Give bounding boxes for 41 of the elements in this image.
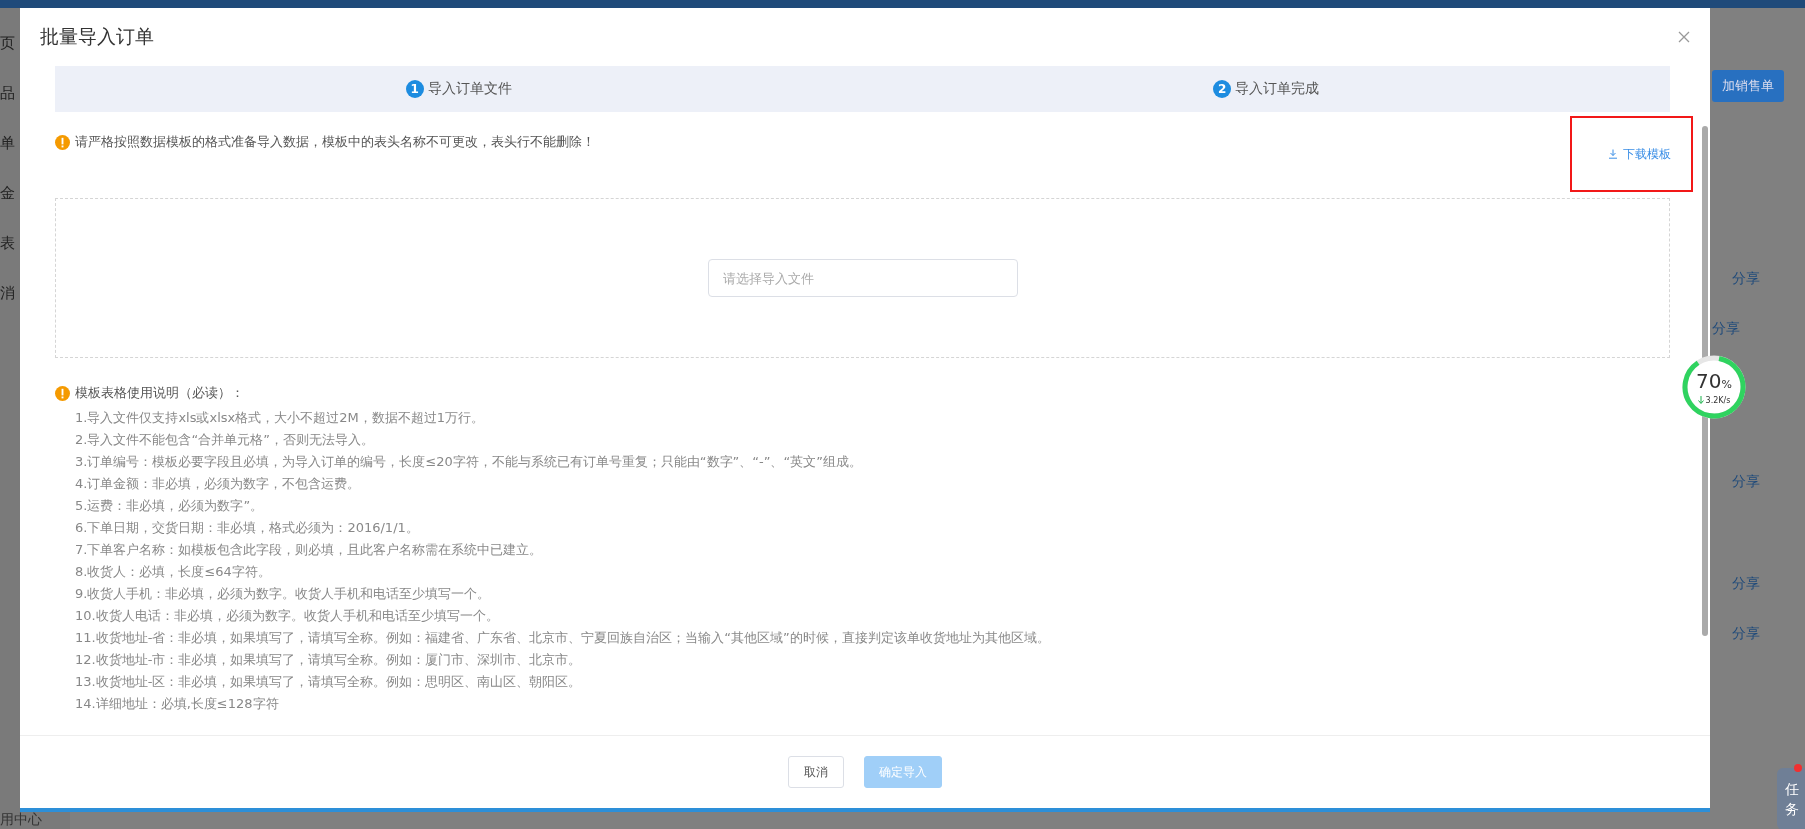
warning-text: 请严格按照数据模板的格式准备导入数据，模板中的表头名称不可更改，表头行不能删除！ bbox=[75, 133, 595, 151]
instruction-line: 7.下单客户名称：如模板包含此字段，则必填，且此客户名称需在系统中已建立。 bbox=[75, 541, 544, 559]
instruction-line: 13.收货地址-区：非必填，如果填写了，请填写全称。例如：思明区、南山区、朝阳区。 bbox=[75, 673, 583, 691]
network-speed-widget[interactable]: 70% 3.2K/s bbox=[1682, 355, 1746, 419]
dialog-title: 批量导入订单 bbox=[40, 24, 154, 49]
instruction-line: 6.下单日期，交货日期：非必填，格式必须为：2016/1/1。 bbox=[75, 519, 420, 537]
instruction-line: 14.详细地址：必填,长度≤128字符 bbox=[75, 695, 280, 713]
speed-reading: 3.2K/s bbox=[1697, 395, 1731, 405]
add-order-button[interactable]: 加销售单 bbox=[1712, 70, 1784, 102]
instructions-title: 模板表格使用说明（必读）： bbox=[75, 384, 244, 402]
instruction-line: 8.收货人：必填，长度≤64字符。 bbox=[75, 563, 272, 581]
download-icon bbox=[1608, 149, 1618, 159]
instruction-line: 5.运费：非必填，必须为数字”。 bbox=[75, 497, 265, 515]
file-input[interactable]: 请选择导入文件 bbox=[707, 259, 1018, 297]
task-button[interactable]: 任务 bbox=[1777, 768, 1805, 829]
share-link[interactable]: 分享 bbox=[1732, 473, 1760, 491]
share-link[interactable]: 分享 bbox=[1712, 320, 1740, 338]
instruction-line: 11.收货地址-省：非必填，如果填写了，请填写全称。例如：福建省、广东省、北京市、宁夏回族自治区；当输入“其他区域”的时候，直接判定该单收货地址为其他区域。 bbox=[75, 629, 1051, 647]
warning-icon bbox=[55, 385, 70, 401]
warning-icon bbox=[55, 134, 70, 150]
instruction-line: 10.收货人电话：非必填，必须为数字。收货人手机和电话至少填写一个。 bbox=[75, 607, 500, 625]
step-label: 导入订单文件 bbox=[427, 80, 512, 98]
step-label: 导入订单完成 bbox=[1235, 80, 1320, 98]
down-arrow-icon bbox=[1697, 396, 1704, 404]
sidebar-item[interactable]: 用中心 bbox=[0, 811, 42, 829]
instruction-line: 3.订单编号：模板必要字段且必填，为导入订单的编号，长度≤20字符，不能与系统已有订单号重复；只能由“数字”、“-”、“英文”组成。 bbox=[75, 453, 863, 471]
instruction-line: 4.订单金额：非必填，必须为数字，不包含运费。 bbox=[75, 475, 362, 493]
cancel-button[interactable]: 取消 bbox=[788, 756, 844, 788]
step-number: 2 bbox=[1213, 80, 1232, 98]
close-icon[interactable] bbox=[1678, 31, 1690, 43]
download-template-link[interactable]: 下载模板 bbox=[1608, 145, 1671, 163]
instruction-line: 2.导入文件不能包含“合并单元格”，否则无法导入。 bbox=[75, 431, 375, 449]
percent-reading: 70% bbox=[1696, 369, 1732, 395]
step-number: 1 bbox=[405, 80, 424, 98]
upload-area[interactable]: 请选择导入文件 bbox=[55, 198, 1670, 358]
instruction-line: 1.导入文件仅支持xls或xlsx格式，大小不超过2M，数据不超过1万行。 bbox=[75, 409, 485, 427]
share-link[interactable]: 分享 bbox=[1732, 625, 1760, 643]
share-link[interactable]: 分享 bbox=[1732, 270, 1760, 288]
share-link[interactable]: 分享 bbox=[1732, 575, 1760, 593]
instruction-line: 12.收货地址-市：非必填，如果填写了，请填写全称。例如：厦门市、深圳市、北京市。 bbox=[75, 651, 583, 669]
instruction-line: 9.收货人手机：非必填，必须为数字。收货人手机和电话至少填写一个。 bbox=[75, 585, 492, 603]
